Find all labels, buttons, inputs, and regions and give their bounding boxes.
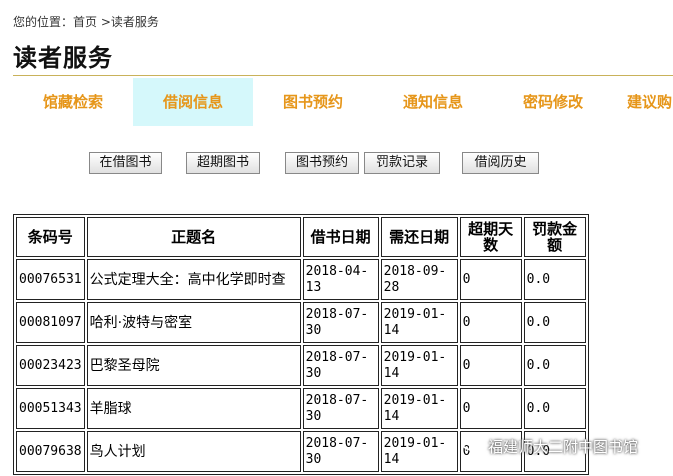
- cell-due-date: 2019-01-14: [380, 431, 458, 472]
- cell-due-date: 2018-09-28: [380, 259, 458, 300]
- breadcrumb-prefix: 您的位置：: [13, 15, 74, 29]
- breadcrumb-current: 读者服务: [110, 15, 159, 29]
- tab-change-password[interactable]: 密码修改: [493, 78, 613, 126]
- table-row: 00081097 哈利·波特与密室 2018-07-30 2019-01-14 0 0.0: [16, 302, 586, 343]
- header-due-date: 需还日期: [380, 217, 458, 257]
- table-header-row: 条码号 正题名 借书日期 需还日期 超期天数 罚款金额: [16, 217, 586, 257]
- cell-overdue-days: 0: [459, 388, 522, 429]
- watermark-text: 福建师大二附中图书馆: [488, 437, 639, 456]
- cell-barcode: 00076531: [16, 259, 85, 300]
- cell-borrow-date: 2018-07-30: [302, 431, 379, 472]
- cell-barcode: 00023423: [16, 345, 85, 386]
- cell-title[interactable]: 羊脂球: [86, 388, 301, 429]
- breadcrumb: 您的位置：首页 >读者服务: [13, 13, 159, 30]
- cell-title[interactable]: 巴黎圣母院: [86, 345, 301, 386]
- reservations-button[interactable]: 图书预约: [285, 152, 359, 174]
- tab-suggest-purchase[interactable]: 建议购: [613, 78, 673, 126]
- table-row: 00076531 公式定理大全：高中化学即时查 2018-04-13 2018-09-…: [16, 259, 586, 300]
- cell-overdue-days: 0: [459, 345, 522, 386]
- cell-title[interactable]: 鸟人计划: [86, 431, 301, 472]
- header-borrow-date: 借书日期: [302, 217, 379, 257]
- header-overdue-days: 超期天数: [459, 217, 522, 257]
- cell-barcode: 00079638: [16, 431, 85, 472]
- breadcrumb-home-link[interactable]: 首页: [73, 15, 97, 29]
- header-title: 正题名: [86, 217, 301, 257]
- title-divider: [13, 75, 673, 76]
- current-loans-button[interactable]: 在借图书: [89, 152, 162, 174]
- overdue-books-button[interactable]: 超期图书: [186, 152, 260, 174]
- borrow-history-button[interactable]: 借阅历史: [462, 152, 539, 174]
- cell-borrow-date: 2018-07-30: [302, 345, 379, 386]
- header-barcode: 条码号: [16, 217, 85, 257]
- tab-notifications[interactable]: 通知信息: [373, 78, 493, 126]
- tab-borrow-info[interactable]: 借阅信息: [133, 78, 253, 126]
- cell-overdue-days: 0: [459, 302, 522, 343]
- cell-borrow-date: 2018-04-13: [302, 259, 379, 300]
- cell-title[interactable]: 哈利·波特与密室: [86, 302, 301, 343]
- cell-barcode: 00081097: [16, 302, 85, 343]
- cell-due-date: 2019-01-14: [380, 388, 458, 429]
- cell-fine-amount: 0.0: [523, 302, 586, 343]
- cell-borrow-date: 2018-07-30: [302, 388, 379, 429]
- cell-barcode: 00051343: [16, 388, 85, 429]
- tab-collection-search[interactable]: 馆藏检索: [13, 78, 133, 126]
- cell-due-date: 2019-01-14: [380, 345, 458, 386]
- page-title: 读者服务: [13, 44, 113, 72]
- cell-borrow-date: 2018-07-30: [302, 302, 379, 343]
- tab-book-reservation[interactable]: 图书预约: [253, 78, 373, 126]
- cell-due-date: 2019-01-14: [380, 302, 458, 343]
- header-fine-amount: 罚款金额: [523, 217, 586, 257]
- cell-fine-amount: 0.0: [523, 259, 586, 300]
- breadcrumb-separator: >: [97, 15, 111, 29]
- table-row: 00023423 巴黎圣母院 2018-07-30 2019-01-14 0 0.0: [16, 345, 586, 386]
- nav-tabs: 馆藏检索 借阅信息 图书预约 通知信息 密码修改 建议购: [13, 78, 673, 126]
- cell-fine-amount: 0.0: [523, 388, 586, 429]
- table-row: 00051343 羊脂球 2018-07-30 2019-01-14 0 0.0: [16, 388, 586, 429]
- cell-overdue-days: 0: [459, 259, 522, 300]
- cell-title[interactable]: 公式定理大全：高中化学即时查: [86, 259, 301, 300]
- watermark: 福建师大二附中图书馆: [462, 436, 638, 456]
- fine-records-button[interactable]: 罚款记录: [364, 152, 440, 174]
- cell-fine-amount: 0.0: [523, 345, 586, 386]
- wechat-icon: [462, 437, 482, 454]
